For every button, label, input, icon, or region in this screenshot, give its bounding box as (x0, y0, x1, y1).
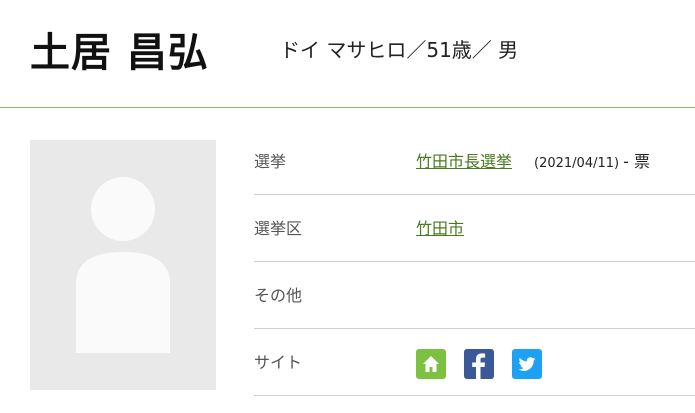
election-value: 竹田市長選挙 (2021/04/11) - 票 (416, 148, 650, 172)
facebook-icon[interactable] (464, 349, 494, 379)
district-value: 竹田市 (416, 215, 464, 239)
home-icon[interactable] (416, 349, 446, 379)
site-label: サイト (254, 353, 303, 372)
row-site: サイト (254, 329, 695, 396)
profile-header: 土居 昌弘 ドイ マサヒロ／51歳／ 男 (0, 0, 695, 108)
election-votes: - 票 (623, 152, 650, 171)
profile-info-table: 選挙 竹田市長選挙 (2021/04/11) - 票 選挙区 竹田市 その他 サイト (254, 128, 695, 396)
profile-photo-placeholder (30, 140, 216, 390)
row-election: 選挙 竹田市長選挙 (2021/04/11) - 票 (254, 128, 695, 195)
other-label: その他 (254, 286, 303, 305)
election-date: (2021/04/11) (534, 156, 620, 171)
district-label: 選挙区 (254, 219, 303, 238)
twitter-icon[interactable] (512, 349, 542, 379)
election-label: 選挙 (254, 152, 287, 171)
row-district: 選挙区 竹田市 (254, 195, 695, 262)
district-link[interactable]: 竹田市 (416, 219, 464, 238)
election-link[interactable]: 竹田市長選挙 (416, 152, 512, 171)
site-icons (416, 349, 542, 379)
avatar-placeholder-icon (76, 177, 170, 353)
candidate-kana-age-gender: ドイ マサヒロ／51歳／ 男 (280, 38, 519, 62)
candidate-name: 土居 昌弘 (30, 30, 209, 76)
row-other: その他 (254, 262, 695, 329)
